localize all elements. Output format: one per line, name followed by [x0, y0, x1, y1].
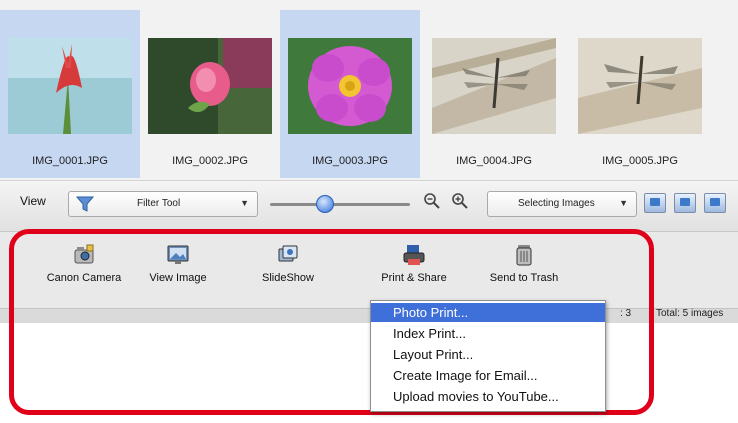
thumbnail-caption: IMG_0005.JPG [602, 155, 678, 167]
menu-item-layout-print[interactable]: Layout Print... [371, 345, 605, 364]
funnel-icon [75, 196, 95, 212]
thumbnail-item[interactable]: IMG_0001.JPG [0, 10, 140, 178]
chevron-down-icon: ▼ [240, 198, 249, 208]
thumbnail-strip: IMG_0001.JPG IMG_0002.JPG IMG_0003.JPG I… [0, 0, 738, 181]
lower-panel [0, 323, 738, 423]
thumbnail-item[interactable]: IMG_0003.JPG [280, 10, 420, 178]
filter-tool-value: Filter Tool [137, 198, 181, 209]
thumbnail-caption: IMG_0003.JPG [312, 155, 388, 167]
trash-icon [516, 245, 532, 266]
print-share-button[interactable]: Print & Share [366, 244, 462, 284]
action-label: Canon Camera [46, 272, 122, 284]
view-mode-full-icon[interactable] [704, 193, 726, 213]
slideshow-icon [278, 245, 298, 262]
canon-camera-button[interactable]: Canon Camera [36, 244, 132, 284]
thumbnail-caption: IMG_0002.JPG [172, 155, 248, 167]
status-bar: : 3 Total: 5 images [0, 308, 738, 323]
monitor-icon [167, 245, 189, 264]
zoom-out-icon[interactable] [423, 192, 441, 210]
zoom-slider-track[interactable] [270, 203, 410, 206]
menu-item-photo-print[interactable]: Photo Print... [371, 303, 605, 322]
action-label: Print & Share [381, 272, 447, 284]
action-label: Send to Trash [489, 272, 559, 284]
view-label: View [20, 194, 46, 208]
filter-tool-dropdown[interactable]: Filter Tool ▼ [68, 191, 258, 217]
print-share-menu: Photo Print... Index Print... Layout Pri… [370, 300, 606, 412]
selected-count: : 3 [620, 308, 632, 319]
total-images-count: Total: 5 images [656, 308, 724, 319]
send-to-trash-button[interactable]: Send to Trash [476, 244, 572, 284]
thumbnail-image[interactable] [288, 38, 412, 134]
slideshow-button[interactable]: SlideShow [240, 244, 336, 284]
thumbnail-image[interactable] [432, 38, 556, 134]
thumbnail-item[interactable]: IMG_0005.JPG [570, 10, 710, 178]
thumbnail-caption: IMG_0001.JPG [32, 155, 108, 167]
menu-item-upload-youtube[interactable]: Upload movies to YouTube... [371, 387, 605, 406]
thumbnail-caption: IMG_0004.JPG [456, 155, 532, 167]
menu-item-index-print[interactable]: Index Print... [371, 324, 605, 343]
view-image-button[interactable]: View Image [130, 244, 226, 284]
view-toolbar: View Filter Tool ▼ Selecting Images ▼ [0, 181, 738, 232]
thumbnail-item[interactable]: IMG_0004.JPG [424, 10, 564, 178]
view-mode-preview-icon[interactable] [674, 193, 696, 213]
selecting-images-dropdown[interactable]: Selecting Images ▼ [487, 191, 637, 217]
action-label: SlideShow [262, 272, 314, 284]
thumbnail-image[interactable] [8, 38, 132, 134]
view-mode-thumbnail-icon[interactable] [644, 193, 666, 213]
selecting-images-value: Selecting Images [518, 198, 595, 209]
action-bar: Canon Camera View Image SlideShow Print … [0, 232, 738, 308]
menu-item-create-image-email[interactable]: Create Image for Email... [371, 366, 605, 385]
zoom-slider-handle[interactable] [316, 195, 334, 213]
zoom-in-icon[interactable] [451, 192, 469, 210]
printer-icon [403, 245, 425, 265]
thumbnail-item[interactable]: IMG_0002.JPG [140, 10, 280, 178]
chevron-down-icon: ▼ [619, 198, 628, 208]
thumbnail-image[interactable] [148, 38, 272, 134]
thumbnail-image[interactable] [578, 38, 702, 134]
camera-icon [74, 244, 94, 264]
action-label: View Image [149, 272, 207, 284]
